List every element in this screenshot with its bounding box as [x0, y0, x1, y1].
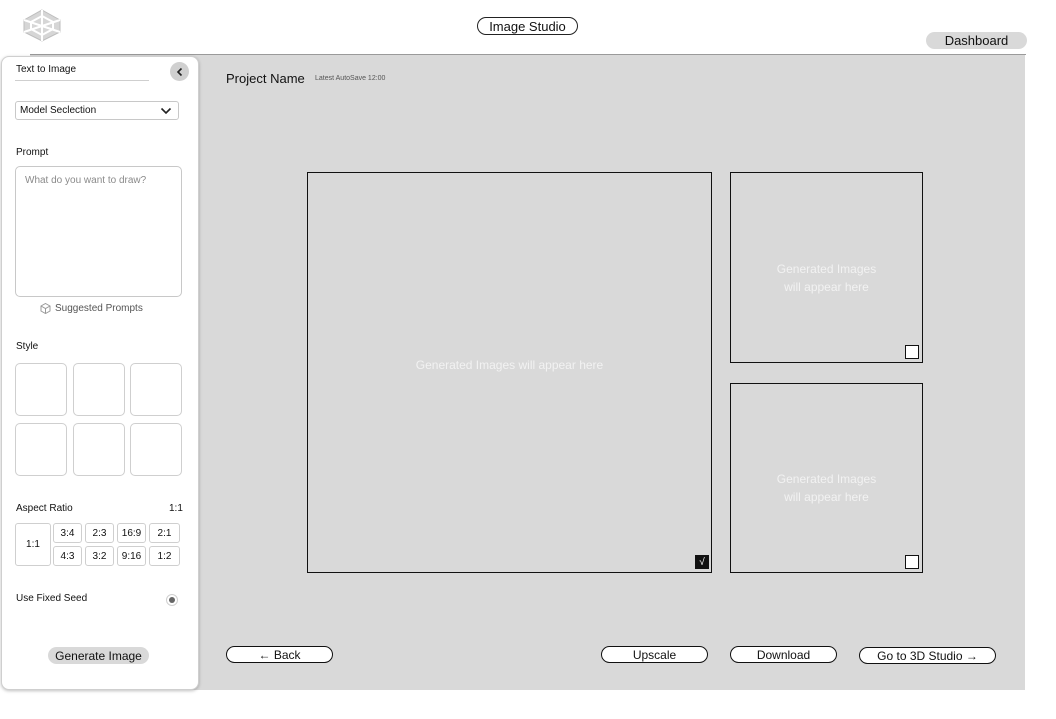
image-placeholder-text: Generated Images will appear here	[415, 358, 604, 372]
image-placeholder-line2: will appear here	[784, 490, 869, 504]
model-select-value: Model Seclection	[20, 105, 97, 116]
generate-image-button[interactable]: Generate Image	[48, 647, 149, 664]
chevron-down-icon	[160, 107, 172, 115]
prompt-label: Prompt	[16, 147, 49, 158]
prompt-input[interactable]: What do you want to draw?	[15, 166, 182, 297]
select-checkbox[interactable]	[905, 345, 919, 359]
studio-title: Image Studio	[477, 17, 578, 35]
style-option[interactable]	[15, 363, 67, 416]
generated-image-tertiary[interactable]: Generated Images will appear here	[730, 383, 923, 573]
select-checkbox[interactable]: √	[695, 555, 709, 569]
aspect-option-3-4[interactable]: 3:4	[53, 523, 82, 543]
aspect-option-9-16[interactable]: 9:16	[117, 546, 146, 566]
toggle-dot	[169, 597, 175, 603]
style-option[interactable]	[73, 423, 125, 476]
cube-icon	[40, 303, 51, 314]
autosave-status: Latest AutoSave 12:00	[315, 75, 386, 82]
project-name[interactable]: Project Name	[226, 71, 305, 86]
style-option[interactable]	[130, 423, 182, 476]
fixed-seed-toggle[interactable]	[166, 594, 178, 606]
select-checkbox[interactable]	[905, 555, 919, 569]
aspect-option-16-9[interactable]: 16:9	[117, 523, 146, 543]
chevron-left-icon	[176, 67, 182, 76]
back-button[interactable]: ← Back	[226, 646, 333, 663]
style-option[interactable]	[130, 363, 182, 416]
style-option[interactable]	[73, 363, 125, 416]
prompt-placeholder: What do you want to draw?	[25, 175, 147, 186]
collapse-sidebar-button[interactable]	[170, 62, 189, 81]
aspect-option-3-2[interactable]: 3:2	[85, 546, 114, 566]
style-option[interactable]	[15, 423, 67, 476]
dashboard-button[interactable]: Dashboard	[926, 32, 1027, 49]
aspect-option-1-2[interactable]: 1:2	[149, 546, 180, 566]
style-label: Style	[16, 341, 39, 352]
aspect-option-2-1[interactable]: 2:1	[149, 523, 180, 543]
aspect-option-4-3[interactable]: 4:3	[53, 546, 82, 566]
mode-underline	[15, 80, 149, 81]
mode-label: Text to Image	[16, 64, 77, 75]
aspect-ratio-label: Aspect Ratio	[16, 503, 73, 514]
cube-logo-icon	[23, 9, 61, 42]
image-placeholder-line1: Generated Images	[776, 262, 877, 276]
go-to-3d-studio-button[interactable]: Go to 3D Studio →	[859, 647, 996, 664]
upscale-button[interactable]: Upscale	[601, 646, 708, 663]
checkmark-icon: √	[699, 556, 705, 568]
suggested-prompts-link[interactable]: Suggested Prompts	[40, 303, 143, 314]
app-logo[interactable]	[20, 8, 64, 42]
generated-image-secondary[interactable]: Generated Images will appear here	[730, 172, 923, 363]
aspect-option-1-1[interactable]: 1:1	[15, 523, 51, 566]
aspect-option-2-3[interactable]: 2:3	[85, 523, 114, 543]
fixed-seed-label: Use Fixed Seed	[16, 593, 88, 604]
suggested-prompts-label: Suggested Prompts	[55, 303, 143, 314]
image-placeholder-line1: Generated Images	[776, 472, 877, 486]
download-button[interactable]: Download	[730, 646, 837, 663]
aspect-ratio-current: 1:1	[169, 503, 183, 514]
model-select[interactable]: Model Seclection	[15, 101, 179, 120]
generated-image-main[interactable]: Generated Images will appear here √	[307, 172, 712, 573]
image-placeholder-line2: will appear here	[784, 280, 869, 294]
